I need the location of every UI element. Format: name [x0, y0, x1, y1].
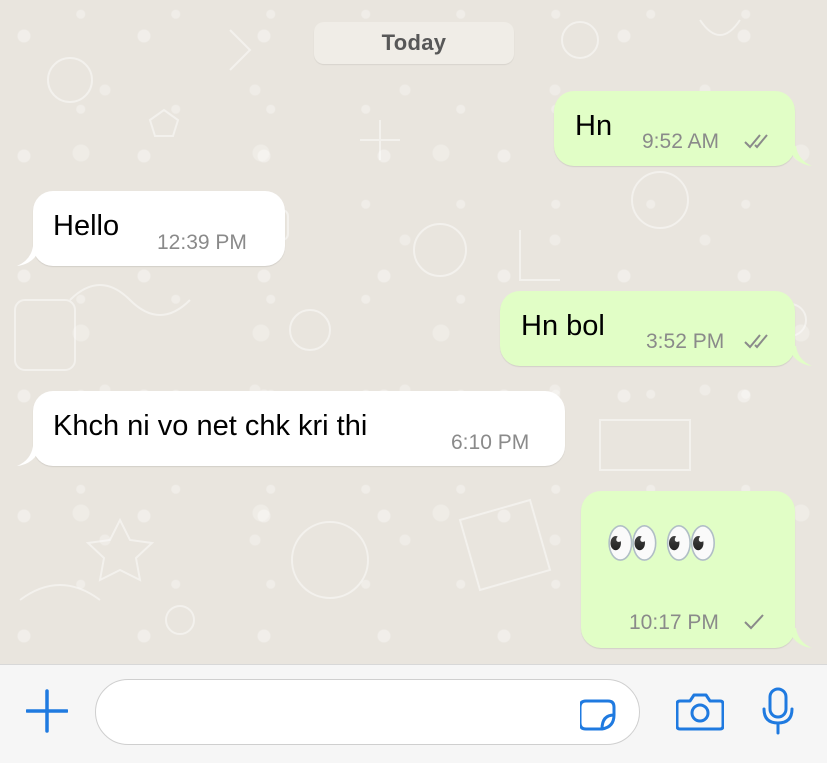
sticker-icon[interactable]: [580, 697, 620, 733]
sent-check-icon: [744, 614, 764, 630]
composer-bar: [0, 664, 827, 763]
camera-icon[interactable]: [676, 691, 724, 731]
bubble-tail: [17, 246, 41, 266]
bubble-tail: [788, 346, 812, 366]
message-time: 9:52 AM: [642, 130, 720, 153]
read-receipt-icon: [744, 134, 768, 149]
read-receipt-icon: [744, 334, 768, 349]
bubble-tail: [17, 446, 41, 466]
bubble-tail: [788, 146, 812, 166]
message-input-container[interactable]: [95, 679, 640, 745]
message-bubble-outgoing[interactable]: 👀👀 10:17 PM: [581, 491, 795, 648]
message-bubble-incoming[interactable]: Hello 12:39 PM: [33, 191, 285, 266]
message-text: Hello: [53, 210, 120, 242]
date-label: Today: [381, 30, 447, 55]
microphone-icon[interactable]: [760, 687, 796, 737]
bubble-tail: [788, 628, 812, 648]
chat-area[interactable]: Today Hn 9:52 AM Hello 12:39 PM Hn bol 3…: [0, 0, 827, 664]
message-text: Hn: [575, 110, 613, 142]
date-separator: Today: [314, 22, 514, 64]
message-text: Hn bol: [521, 310, 605, 342]
message-bubble-outgoing[interactable]: Hn bol 3:52 PM: [500, 291, 795, 366]
message-text: Khch ni vo net chk kri thi: [53, 410, 368, 442]
message-bubble-outgoing[interactable]: Hn 9:52 AM: [554, 91, 795, 166]
message-input[interactable]: [114, 690, 578, 734]
message-time: 3:52 PM: [646, 330, 725, 353]
message-time: 10:17 PM: [629, 611, 719, 634]
message-emoji: 👀👀: [605, 519, 723, 568]
message-time: 12:39 PM: [157, 231, 247, 254]
message-bubble-incoming[interactable]: Khch ni vo net chk kri thi 6:10 PM: [33, 391, 565, 466]
message-time: 6:10 PM: [451, 431, 530, 454]
plus-icon[interactable]: [26, 687, 68, 735]
